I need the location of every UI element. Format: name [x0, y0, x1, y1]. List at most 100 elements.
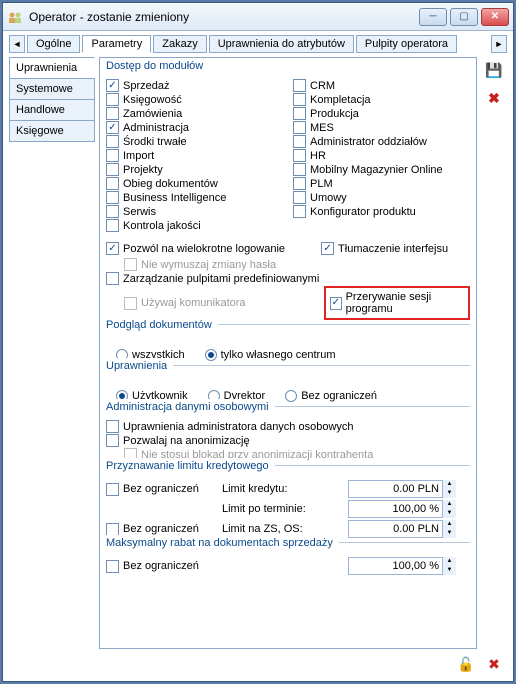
checkbox-icon: [293, 191, 306, 204]
label: tylko własnego centrum: [221, 349, 336, 361]
module-plm[interactable]: PLM: [293, 177, 470, 190]
module-księgowość[interactable]: Księgowość: [106, 93, 283, 106]
sidetab-ksiegowe[interactable]: Księgowe: [9, 120, 95, 142]
tab-scroll-right[interactable]: ►: [491, 35, 507, 53]
module-serwis[interactable]: Serwis: [106, 205, 283, 218]
label: Sprzedaż: [123, 80, 169, 92]
label: Zarządzanie pulpitami predefiniowanymi: [123, 273, 319, 285]
spinner[interactable]: ▲▼: [442, 557, 456, 575]
module-produkcja[interactable]: Produkcja: [293, 107, 470, 120]
bottom-toolbar: 🔓 ✖: [9, 649, 507, 675]
label: Kontrola jakości: [123, 220, 201, 232]
label: Mobilny Magazynier Online: [310, 164, 443, 176]
module-import[interactable]: Import: [106, 149, 283, 162]
sidetab-handlowe[interactable]: Handlowe: [9, 99, 95, 121]
save-button[interactable]: 💾: [483, 59, 505, 81]
chk-credit-unlimited1[interactable]: Bez ograniczeń: [106, 483, 199, 496]
radio-perm-nolimit[interactable]: Bez ograniczeń: [285, 390, 377, 402]
credit-overdue-label: Limit po terminie:: [222, 503, 342, 515]
module-umowy[interactable]: Umowy: [293, 191, 470, 204]
checkbox-icon: [106, 149, 119, 162]
label: Projekty: [123, 164, 163, 176]
tab-ogolne[interactable]: Ogólne: [27, 35, 80, 53]
group-credit-title: Przyznawanie limitu kredytowego: [106, 458, 275, 472]
module-business-intelligence[interactable]: Business Intelligence: [106, 191, 283, 204]
operator-window: Operator - zostanie zmieniony ─ ▢ ✕ ◄ Og…: [2, 2, 514, 682]
checkbox-icon: [293, 177, 306, 190]
spinner[interactable]: ▲▼: [442, 500, 456, 518]
label: Umowy: [310, 192, 347, 204]
chk-no-force-pw: Nie wymuszaj zmiany hasła: [124, 258, 470, 271]
discount-input[interactable]: [348, 557, 456, 575]
spinner[interactable]: ▲▼: [442, 520, 456, 538]
chk-interrupt-session[interactable]: Przerywanie sesji programu: [330, 291, 464, 315]
checkbox-icon: [293, 107, 306, 120]
label: Bez ograniczeń: [301, 390, 377, 402]
chk-use-im: Używaj komunikatora: [124, 297, 314, 310]
maximize-button[interactable]: ▢: [450, 8, 478, 26]
module-administrator-oddziałów[interactable]: Administrator oddziałów: [293, 135, 470, 148]
module-crm[interactable]: CRM: [293, 79, 470, 92]
close2-button[interactable]: ✖: [483, 653, 505, 675]
label: Zamówienia: [123, 108, 182, 120]
tab-scroll-left[interactable]: ◄: [9, 35, 25, 53]
checkbox-icon: [106, 434, 119, 447]
label: Produkcja: [310, 108, 359, 120]
radio-doc-own[interactable]: tylko własnego centrum: [205, 349, 336, 361]
minimize-button[interactable]: ─: [419, 8, 447, 26]
spinner[interactable]: ▲▼: [442, 480, 456, 498]
tab-pulpity[interactable]: Pulpity operatora: [356, 35, 457, 53]
chk-multi-login[interactable]: Pozwól na wielokrotne logowanie: [106, 242, 285, 255]
tab-parametry[interactable]: Parametry: [82, 35, 151, 53]
highlight-interrupt-session: Przerywanie sesji programu: [324, 286, 470, 320]
checkbox-icon: [106, 242, 119, 255]
window-title: Operator - zostanie zmieniony: [29, 10, 419, 24]
checkbox-icon: [106, 177, 119, 190]
credit-zs-input[interactable]: [348, 520, 456, 538]
module-konfigurator-produktu[interactable]: Konfigurator produktu: [293, 205, 470, 218]
sidetab-uprawnienia[interactable]: Uprawnienia: [9, 57, 95, 79]
chk-allow-anon[interactable]: Pozwalaj na anonimizację: [106, 434, 470, 447]
credit-limit-input[interactable]: [348, 480, 456, 498]
label: Administrator oddziałów: [310, 136, 427, 148]
module-mobilny-magazynier-online[interactable]: Mobilny Magazynier Online: [293, 163, 470, 176]
checkbox-icon: [106, 205, 119, 218]
module-kontrola-jakości[interactable]: Kontrola jakości: [106, 219, 283, 232]
chk-discount-unlimited[interactable]: Bez ograniczeń: [106, 560, 199, 573]
module-sprzedaż[interactable]: Sprzedaż: [106, 79, 283, 92]
checkbox-icon: [293, 121, 306, 134]
checkbox-icon: [330, 297, 342, 310]
chk-admin-personal-data[interactable]: Uprawnienia administratora danych osobow…: [106, 420, 470, 433]
module-hr[interactable]: HR: [293, 149, 470, 162]
module-obieg-dokumentów[interactable]: Obieg dokumentów: [106, 177, 283, 190]
label: Tłumaczenie interfejsu: [338, 243, 448, 255]
chk-manage-desktops[interactable]: Zarządzanie pulpitami predefiniowanymi: [106, 272, 470, 285]
close-button[interactable]: ✕: [481, 8, 509, 26]
chk-credit-unlimited2[interactable]: Bez ograniczeń: [106, 523, 199, 536]
tab-zakazy[interactable]: Zakazy: [153, 35, 206, 53]
module-administracja[interactable]: Administracja: [106, 121, 283, 134]
module-projekty[interactable]: Projekty: [106, 163, 283, 176]
label: CRM: [310, 80, 335, 92]
radio-icon: [285, 390, 297, 402]
tab-uprawnienia-atryb[interactable]: Uprawnienia do atrybutów: [209, 35, 354, 53]
module-zamówienia[interactable]: Zamówienia: [106, 107, 283, 120]
module-mes[interactable]: MES: [293, 121, 470, 134]
credit-overdue-input[interactable]: [348, 500, 456, 518]
credit-limit-label: Limit kredytu:: [222, 483, 342, 495]
label: Bez ograniczeń: [123, 483, 199, 495]
label: Pozwalaj na anonimizację: [123, 435, 250, 447]
sidetab-systemowe[interactable]: Systemowe: [9, 78, 95, 100]
label: Nie wymuszaj zmiany hasła: [141, 259, 276, 271]
checkbox-icon: [293, 93, 306, 106]
label: MES: [310, 122, 334, 134]
chk-translate[interactable]: Tłumaczenie interfejsu: [321, 242, 448, 255]
lock-button[interactable]: 🔓: [455, 653, 477, 675]
label: Serwis: [123, 206, 156, 218]
label: Konfigurator produktu: [310, 206, 416, 218]
checkbox-icon: [124, 258, 137, 271]
delete-button[interactable]: ✖: [483, 87, 505, 109]
radio-icon: [205, 349, 217, 361]
module-środki-trwałe[interactable]: Środki trwałe: [106, 135, 283, 148]
module-kompletacja[interactable]: Kompletacja: [293, 93, 470, 106]
